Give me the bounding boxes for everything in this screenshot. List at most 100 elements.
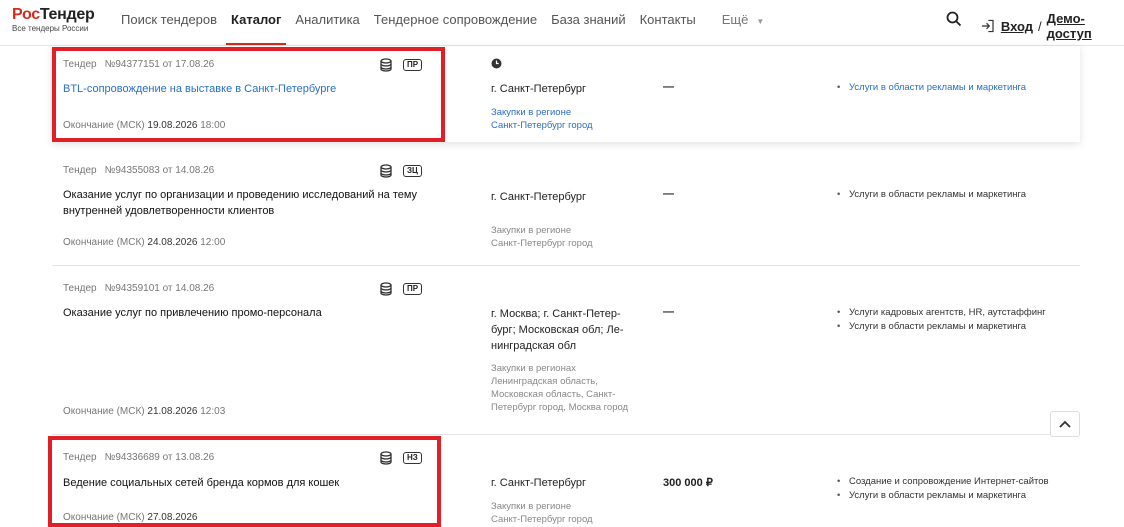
coins-icon	[380, 164, 392, 178]
tender-region: г. Москва; г. Санкт-Петер-бург; Московск…	[491, 308, 624, 352]
login-link[interactable]: Вход	[1001, 19, 1033, 34]
deadline-time: 18:00	[200, 120, 226, 131]
tender-categories: Услуги в области рекламы и маркетинга	[837, 81, 1026, 95]
tender-title-link[interactable]: Ведение социальных сетей бренда кормов д…	[63, 475, 433, 491]
tender-title-link[interactable]: Оказание услуг по привлечению промо-перс…	[63, 305, 433, 321]
tender-price: —	[663, 81, 674, 93]
login-area: Вход / Демо-доступ	[980, 11, 1124, 41]
region-sub-line2: Санкт-Петербург город	[491, 514, 593, 525]
tender-card[interactable]: Тендер №94336689 от 13.08.26 НЗ Ведение с…	[52, 435, 1080, 527]
deadline-date: 24.08.2026	[147, 237, 198, 248]
nav-catalog[interactable]: Каталог	[226, 12, 287, 45]
deadline-label: Окончание (МСК)	[63, 406, 145, 417]
tender-card[interactable]: Тендер №94355083 от 14.08.26 ЗЦ Оказание …	[52, 150, 1080, 266]
region-sub-line2: Санкт-Петербург город	[491, 238, 593, 249]
tender-region: г. Санкт-Петербург	[491, 477, 587, 489]
tender-icons: ПР	[379, 58, 423, 72]
deadline-label: Окончание (МСК)	[63, 120, 145, 131]
tender-icons: ЗЦ	[379, 164, 422, 178]
deadline-date: 21.08.2026	[147, 406, 198, 417]
tender-type: Тендер	[63, 165, 97, 176]
nav-search-tenders[interactable]: Поиск тендеров	[121, 12, 217, 30]
tender-categories: Услуги в области рекламы и маркетинга	[837, 188, 1026, 202]
nav-tender-support[interactable]: Тендерное сопровождение	[374, 12, 537, 30]
category-link[interactable]: Услуги в области рекламы и маркетинга	[837, 81, 1026, 95]
category-item[interactable]: Услуги в области рекламы и маркетинга	[837, 320, 1046, 334]
coins-icon	[380, 282, 392, 296]
procedure-badge: ПР	[403, 283, 423, 295]
nav-more-label: Ещё	[721, 12, 749, 27]
tender-number: №94355083 от 14.08.26	[104, 165, 215, 176]
deadline-label: Окончание (МСК)	[63, 512, 145, 523]
tender-title-link[interactable]: BTL-сопровождение на выставке в Санкт-Пе…	[63, 81, 433, 97]
nav-contacts[interactable]: Контакты	[640, 12, 696, 30]
tender-meta: Тендер №94359101 от 14.08.26	[63, 283, 214, 294]
tender-categories: Создание и сопровождение Интернет-сайтов…	[837, 475, 1049, 503]
region-sub-line2: Ленинградская область, Московская област…	[491, 376, 629, 413]
login-icon	[981, 19, 994, 33]
tender-type: Тендер	[63, 452, 97, 463]
tender-meta: Тендер №94336689 от 13.08.26	[63, 452, 214, 463]
deadline-time: 12:00	[200, 237, 226, 248]
tender-title-link[interactable]: Оказание услуг по организации и проведен…	[63, 187, 433, 219]
clock-icon	[491, 58, 502, 69]
login-separator: /	[1038, 18, 1042, 34]
top-header: РосТендер Все тендеры России Поиск тенде…	[0, 0, 1124, 46]
coins-icon	[380, 451, 392, 465]
tender-type: Тендер	[63, 283, 97, 294]
region-sub-line2: Санкт-Петербург город	[491, 120, 593, 131]
tender-meta: Тендер №94377151 от 17.08.26	[63, 59, 214, 70]
logo-subtitle: Все тендеры России	[12, 24, 89, 33]
tender-number: №94359101 от 14.08.26	[104, 283, 215, 294]
tender-deadline: Окончание (МСК) 21.08.2026 12:03	[63, 406, 225, 417]
procedure-badge: ЗЦ	[403, 165, 422, 177]
tender-price: —	[663, 306, 674, 318]
tender-region-sub: Закупки в регионах Ленинградская область,…	[491, 362, 646, 414]
deadline-time: 12:03	[200, 406, 226, 417]
category-item[interactable]: Создание и сопровождение Интернет-сайтов	[837, 475, 1049, 489]
category-item[interactable]: Услуги кадровых агентств, HR, аутстаффин…	[837, 306, 1046, 320]
tender-card[interactable]: Тендер №94377151 от 17.08.26 ПР BTL-сопро…	[52, 46, 1080, 142]
chevron-up-icon	[1059, 420, 1071, 428]
region-sub-line1: Закупки в регионе	[491, 501, 572, 512]
tender-categories: Услуги кадровых агентств, HR, аутстаффин…	[837, 306, 1046, 334]
region-sub-line1: Закупки в регионах	[491, 363, 576, 374]
coins-icon	[380, 58, 392, 72]
search-icon[interactable]	[946, 11, 962, 27]
tender-region-sub: Закупки в регионе Санкт-Петербург город	[491, 224, 651, 250]
tender-meta: Тендер №94355083 от 14.08.26	[63, 165, 214, 176]
nav-analytics[interactable]: Аналитика	[295, 12, 359, 30]
tender-type: Тендер	[63, 59, 97, 70]
tender-deadline: Окончание (МСК) 19.08.2026 18:00	[63, 120, 225, 131]
tender-price: 300 000 ₽	[663, 477, 713, 489]
logo-suffix: Тендер	[39, 6, 95, 23]
nav-more-dropdown[interactable]: Ещё ▼	[722, 12, 765, 30]
region-sub-line1: Закупки в регионе	[491, 225, 572, 236]
main-nav: Поиск тендеров Каталог Аналитика Тендерн…	[121, 12, 778, 45]
tender-icons: НЗ	[379, 451, 422, 465]
deadline-label: Окончание (МСК)	[63, 237, 145, 248]
tender-number: №94336689 от 13.08.26	[104, 452, 215, 463]
scroll-to-top-button[interactable]	[1050, 411, 1080, 437]
tender-deadline: Окончание (МСК) 24.08.2026 12:00	[63, 237, 225, 248]
tender-region-link[interactable]: Закупки в регионе Санкт-Петербург город	[491, 106, 651, 132]
tender-deadline: Окончание (МСК) 27.08.2026	[63, 512, 197, 523]
chevron-down-icon: ▼	[756, 17, 765, 26]
tender-number: №94377151 от 17.08.26	[104, 59, 215, 70]
demo-access-link[interactable]: Демо-доступ	[1047, 11, 1124, 41]
deadline-date: 27.08.2026	[147, 512, 198, 523]
logo-prefix: Рос	[12, 6, 40, 23]
tender-region-sub: Закупки в регионе Санкт-Петербург город	[491, 500, 651, 526]
procedure-badge: ПР	[403, 59, 423, 71]
logo[interactable]: РосТендер Все тендеры России	[12, 6, 95, 34]
tender-region: г. Санкт-Петербург	[491, 191, 587, 203]
tender-card[interactable]: Тендер №94359101 от 14.08.26 ПР Оказание …	[52, 266, 1080, 435]
deadline-date: 19.08.2026	[147, 120, 198, 131]
tender-icons: ПР	[379, 282, 423, 296]
region-sub-line1: Закупки в регионе	[491, 107, 572, 118]
category-item[interactable]: Услуги в области рекламы и маркетинга	[837, 489, 1049, 503]
tender-price: —	[663, 188, 674, 200]
nav-knowledge-base[interactable]: База знаний	[551, 12, 626, 30]
category-item[interactable]: Услуги в области рекламы и маркетинга	[837, 188, 1026, 202]
tender-region: г. Санкт-Петербург	[491, 83, 587, 95]
